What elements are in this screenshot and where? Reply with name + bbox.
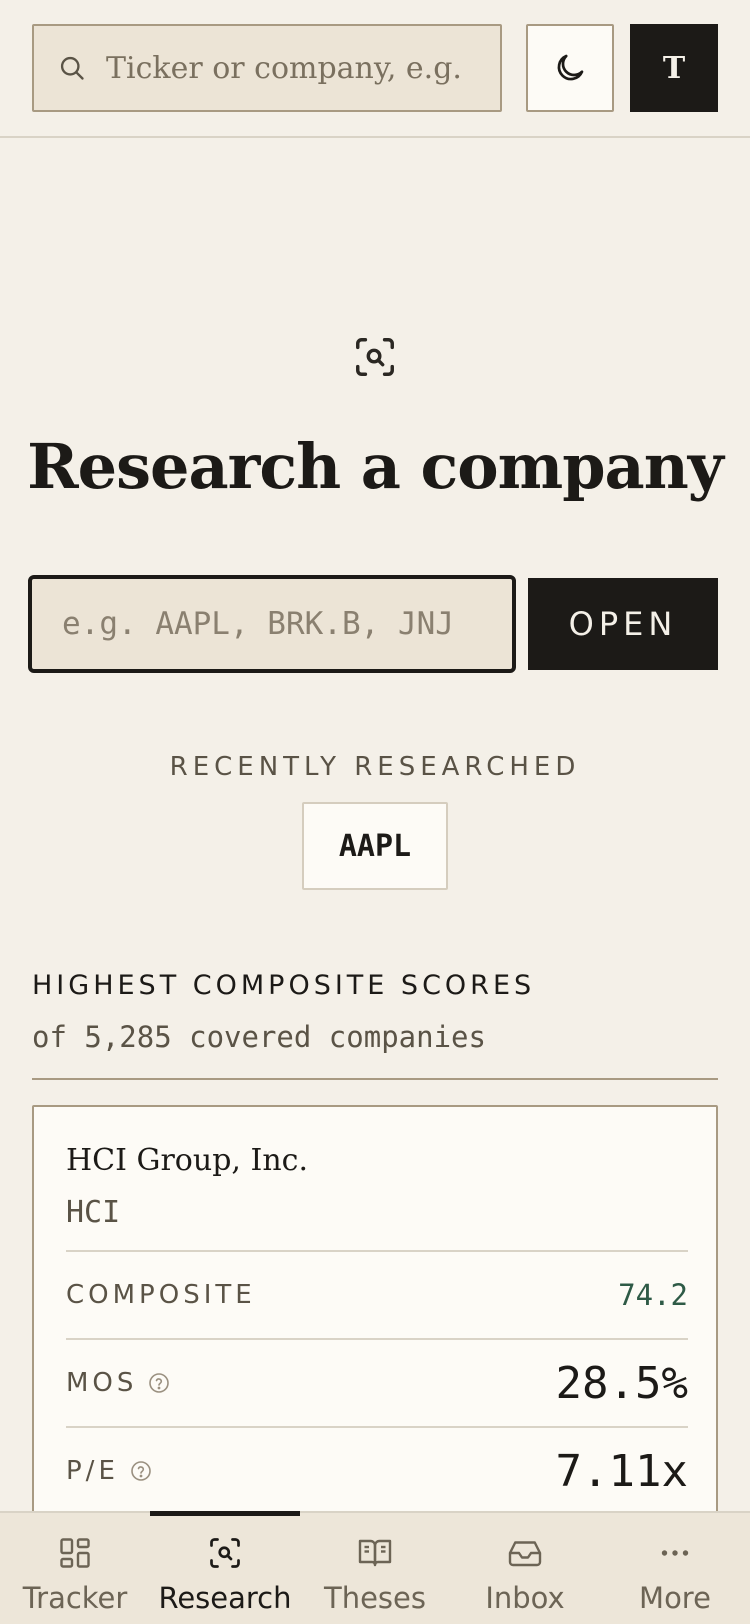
pe-value: 7.11x [555, 1445, 688, 1497]
recently-researched-label: RECENTLY RESEARCHED [169, 752, 581, 782]
metric-row-pe: P/E 7.11x [66, 1426, 688, 1514]
recent-ticker-chip[interactable]: AAPL [302, 802, 448, 890]
page-title: Research a company [27, 430, 724, 503]
nav-item-more[interactable]: More [600, 1513, 750, 1624]
global-search-input[interactable] [106, 50, 466, 86]
moon-icon [557, 54, 584, 81]
nav-item-research[interactable]: Research [150, 1511, 300, 1624]
nav-item-inbox[interactable]: Inbox [450, 1513, 600, 1624]
search-icon [60, 56, 84, 80]
help-circle-icon[interactable] [129, 1459, 153, 1483]
metric-row-composite: COMPOSITE 74.2 [66, 1250, 688, 1338]
inbox-icon [508, 1541, 542, 1567]
bottom-nav: Tracker Research Theses Inbox More [0, 1511, 750, 1624]
help-circle-icon[interactable] [147, 1371, 171, 1395]
top-bar: T [0, 0, 750, 138]
scores-section-subtitle: of 5,285 covered companies [32, 1020, 486, 1054]
nav-item-theses[interactable]: Theses [300, 1513, 450, 1624]
user-avatar-button[interactable]: T [630, 24, 718, 112]
nav-item-tracker[interactable]: Tracker [0, 1513, 150, 1624]
ticker-input[interactable] [62, 606, 492, 642]
book-icon [358, 1539, 392, 1567]
scores-section-title: HIGHEST COMPOSITE SCORES [32, 970, 536, 1001]
company-ticker: HCI [66, 1195, 121, 1230]
metric-label: P/E [66, 1456, 153, 1486]
grid-icon [60, 1538, 90, 1568]
composite-value: 74.2 [618, 1278, 688, 1312]
scan-search-icon [210, 1538, 240, 1568]
nav-label: Inbox [485, 1581, 565, 1615]
ticker-field[interactable] [28, 575, 516, 673]
nav-label: More [639, 1581, 711, 1615]
mos-value: 28.5% [555, 1357, 688, 1409]
metric-label: COMPOSITE [66, 1280, 256, 1310]
nav-label: Tracker [22, 1581, 128, 1615]
company-name: HCI Group, Inc. [66, 1143, 308, 1178]
nav-label: Theses [324, 1581, 426, 1615]
section-divider [32, 1078, 718, 1080]
global-search[interactable] [32, 24, 502, 112]
nav-label: Research [158, 1581, 292, 1615]
more-dots-icon [661, 1550, 689, 1556]
scan-search-icon [356, 338, 394, 376]
metric-label: MOS [66, 1368, 171, 1398]
theme-toggle-button[interactable] [526, 24, 614, 112]
open-button[interactable]: OPEN [528, 578, 718, 670]
metric-row-mos: MOS 28.5% [66, 1338, 688, 1426]
company-score-card[interactable]: HCI Group, Inc. HCI COMPOSITE 74.2 MOS 2… [32, 1105, 718, 1545]
